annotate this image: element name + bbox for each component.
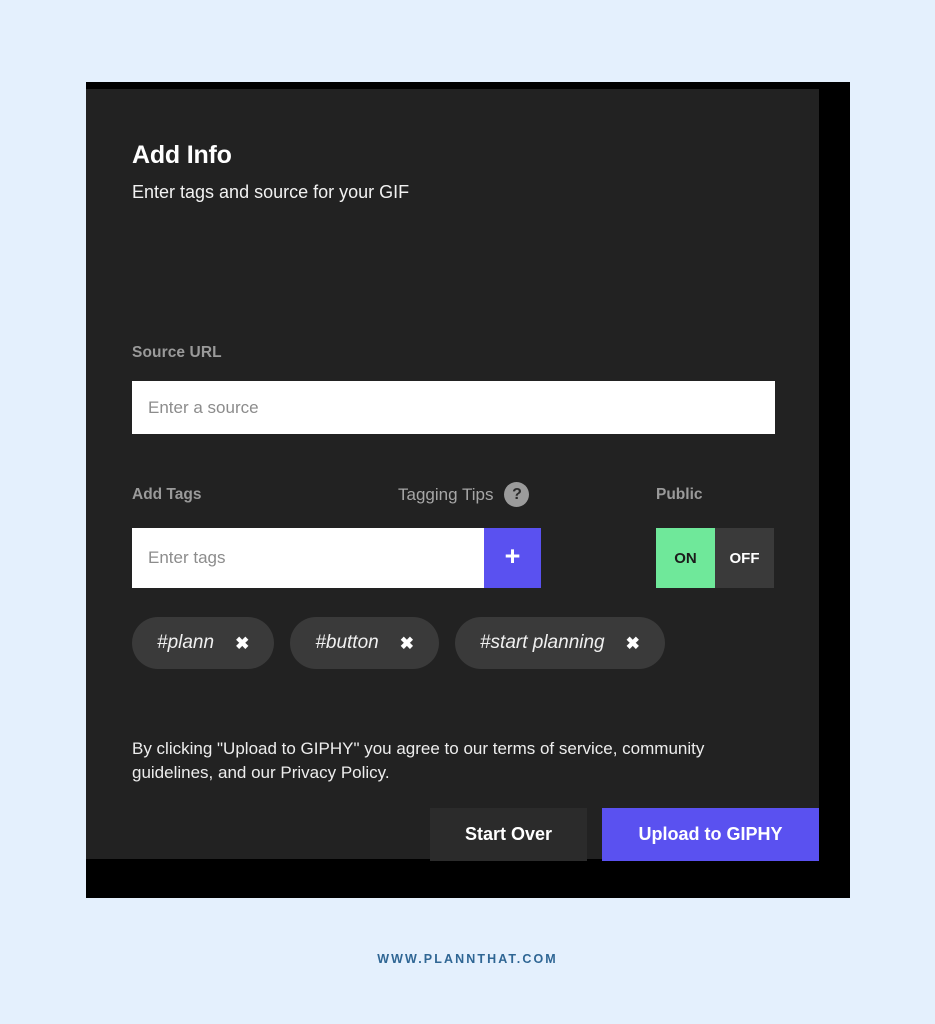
tag-chip-list: #plann ✖ #button ✖ #start planning ✖ <box>132 617 665 669</box>
public-toggle[interactable]: ON OFF <box>656 528 774 588</box>
add-tag-button[interactable]: + <box>484 528 541 588</box>
public-toggle-off[interactable]: OFF <box>715 528 774 588</box>
public-label: Public <box>656 486 703 503</box>
tag-chip-label: #start planning <box>479 632 605 653</box>
plus-icon: + <box>504 541 521 571</box>
modal-body: Add Info Enter tags and source for your … <box>86 89 819 859</box>
source-url-label: Source URL <box>132 344 222 361</box>
add-tags-label: Add Tags <box>132 486 202 503</box>
start-over-button[interactable]: Start Over <box>430 808 587 861</box>
legal-disclaimer: By clicking "Upload to GIPHY" you agree … <box>132 739 705 783</box>
tag-chip-label: #plann <box>157 632 215 653</box>
close-icon[interactable]: ✖ <box>626 635 640 652</box>
upload-to-giphy-button[interactable]: Upload to GIPHY <box>602 808 819 861</box>
public-toggle-on[interactable]: ON <box>656 528 715 588</box>
tags-input[interactable] <box>132 528 484 588</box>
page-title: Add Info <box>132 141 232 169</box>
tagging-tips[interactable]: Tagging Tips ? <box>398 482 530 507</box>
close-icon[interactable]: ✖ <box>235 635 249 652</box>
tag-chip: #plann ✖ <box>132 617 275 669</box>
source-url-input[interactable] <box>132 381 775 434</box>
close-icon[interactable]: ✖ <box>400 635 414 652</box>
modal-subtitle: Enter tags and source for your GIF <box>132 182 410 202</box>
tag-chip: #start planning ✖ <box>454 617 665 669</box>
question-mark-icon[interactable]: ? <box>504 482 530 507</box>
tag-chip: #button ✖ <box>290 617 439 669</box>
modal-footer <box>86 859 850 898</box>
tag-chip-label: #button <box>315 632 379 653</box>
tagging-tips-label: Tagging Tips <box>398 484 494 504</box>
site-watermark: WWW.PLANNTHAT.COM <box>377 952 558 966</box>
giphy-upload-modal: Add Info Enter tags and source for your … <box>86 82 850 898</box>
